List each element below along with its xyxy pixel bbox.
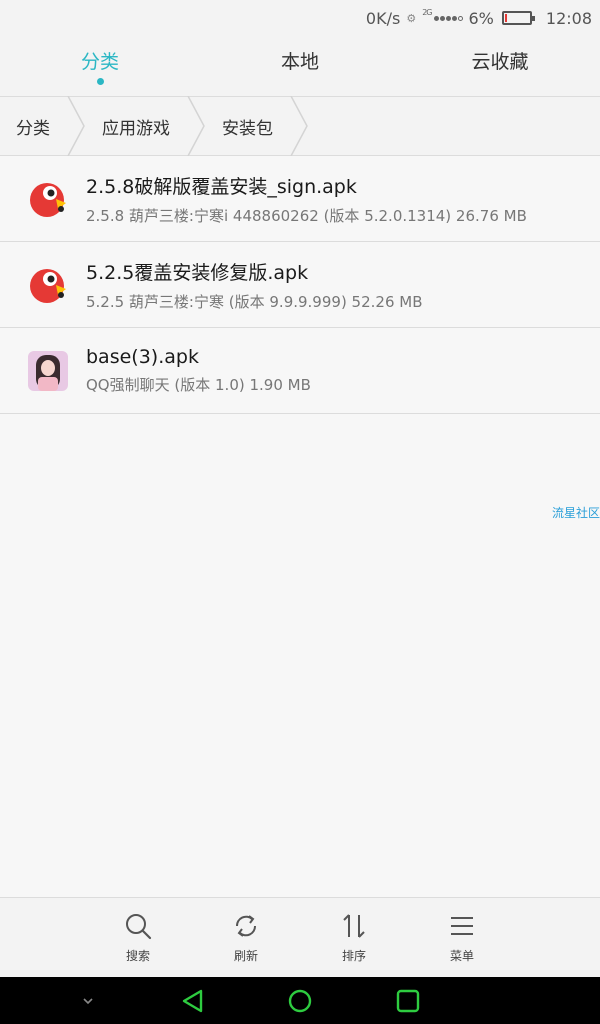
breadcrumb-item-installers[interactable]: 安装包 <box>206 97 289 155</box>
refresh-icon <box>235 915 257 937</box>
hide-nav-button[interactable] <box>78 977 98 1024</box>
system-nav-bar <box>0 977 600 1024</box>
battery-icon <box>501 11 535 25</box>
breadcrumb-separator-icon <box>186 96 206 156</box>
file-name: 2.5.8破解版覆盖安装_sign.apk <box>86 175 357 198</box>
clock: 12:08 <box>545 8 592 28</box>
breadcrumb-item-apps-games[interactable]: 应用游戏 <box>86 97 186 155</box>
girl-avatar-icon <box>28 350 68 391</box>
breadcrumb-item-category[interactable]: 分类 <box>0 97 66 155</box>
home-circle-icon <box>288 989 312 1012</box>
sort-button[interactable]: 排序 <box>300 898 408 977</box>
file-meta: 5.2.5 葫芦三楼:宁寒 (版本 9.9.9.999) 52.26 MB <box>86 292 423 311</box>
chevron-down-icon <box>83 997 93 1004</box>
back-triangle-icon <box>182 989 203 1012</box>
tab-category[interactable]: 分类 <box>0 36 200 96</box>
top-tabs: 分类 本地 云收藏 <box>0 36 600 96</box>
file-list: 2.5.8破解版覆盖安装_sign.apk 2.5.8 葫芦三楼:宁寒i 448… <box>0 156 600 414</box>
battery-percent: 6% <box>468 8 494 28</box>
file-name: 5.2.5覆盖安装修复版.apk <box>86 261 309 284</box>
status-bar: 0K/s ⚙ 2G 6% 12:08 <box>0 0 600 36</box>
breadcrumb-separator-icon <box>66 96 86 156</box>
sort-icon <box>343 914 365 938</box>
tab-label: 本地 <box>280 51 319 73</box>
refresh-button[interactable]: 刷新 <box>192 898 300 977</box>
signal-icon: 2G <box>422 8 463 23</box>
list-item[interactable]: 5.2.5覆盖安装修复版.apk 5.2.5 葫芦三楼:宁寒 (版本 9.9.9… <box>0 242 600 328</box>
tab-label: 分类 <box>80 51 119 73</box>
usb-debug-icon: ⚙ <box>406 11 417 25</box>
file-meta: QQ强制聊天 (版本 1.0) 1.90 MB <box>86 376 311 394</box>
breadcrumb: 分类 应用游戏 安装包 <box>0 96 600 156</box>
breadcrumb-separator-icon <box>289 96 309 156</box>
parrot-app-icon <box>28 179 68 219</box>
tab-local[interactable]: 本地 <box>200 36 400 96</box>
recents-square-icon <box>396 989 420 1012</box>
list-item[interactable]: 2.5.8破解版覆盖安装_sign.apk 2.5.8 葫芦三楼:宁寒i 448… <box>0 156 600 242</box>
menu-icon <box>451 917 473 935</box>
search-icon <box>126 914 152 940</box>
home-button[interactable] <box>286 977 314 1024</box>
bottom-toolbar: 搜索 刷新 排序 菜单 <box>0 897 600 977</box>
tab-label: 云收藏 <box>471 51 529 73</box>
watermark: 流星社区 <box>551 506 600 520</box>
parrot-app-icon <box>28 265 68 305</box>
menu-button[interactable]: 菜单 <box>408 898 516 977</box>
back-button[interactable] <box>178 977 208 1024</box>
tab-cloud-favorites[interactable]: 云收藏 <box>400 36 600 96</box>
recents-button[interactable] <box>394 977 422 1024</box>
list-item[interactable]: base(3).apk QQ强制聊天 (版本 1.0) 1.90 MB <box>0 328 600 414</box>
file-name: base(3).apk <box>86 346 199 368</box>
network-speed: 0K/s <box>365 8 401 28</box>
search-button[interactable]: 搜索 <box>84 898 192 977</box>
active-tab-indicator <box>96 78 104 85</box>
file-meta: 2.5.8 葫芦三楼:宁寒i 448860262 (版本 5.2.0.1314)… <box>86 206 527 225</box>
